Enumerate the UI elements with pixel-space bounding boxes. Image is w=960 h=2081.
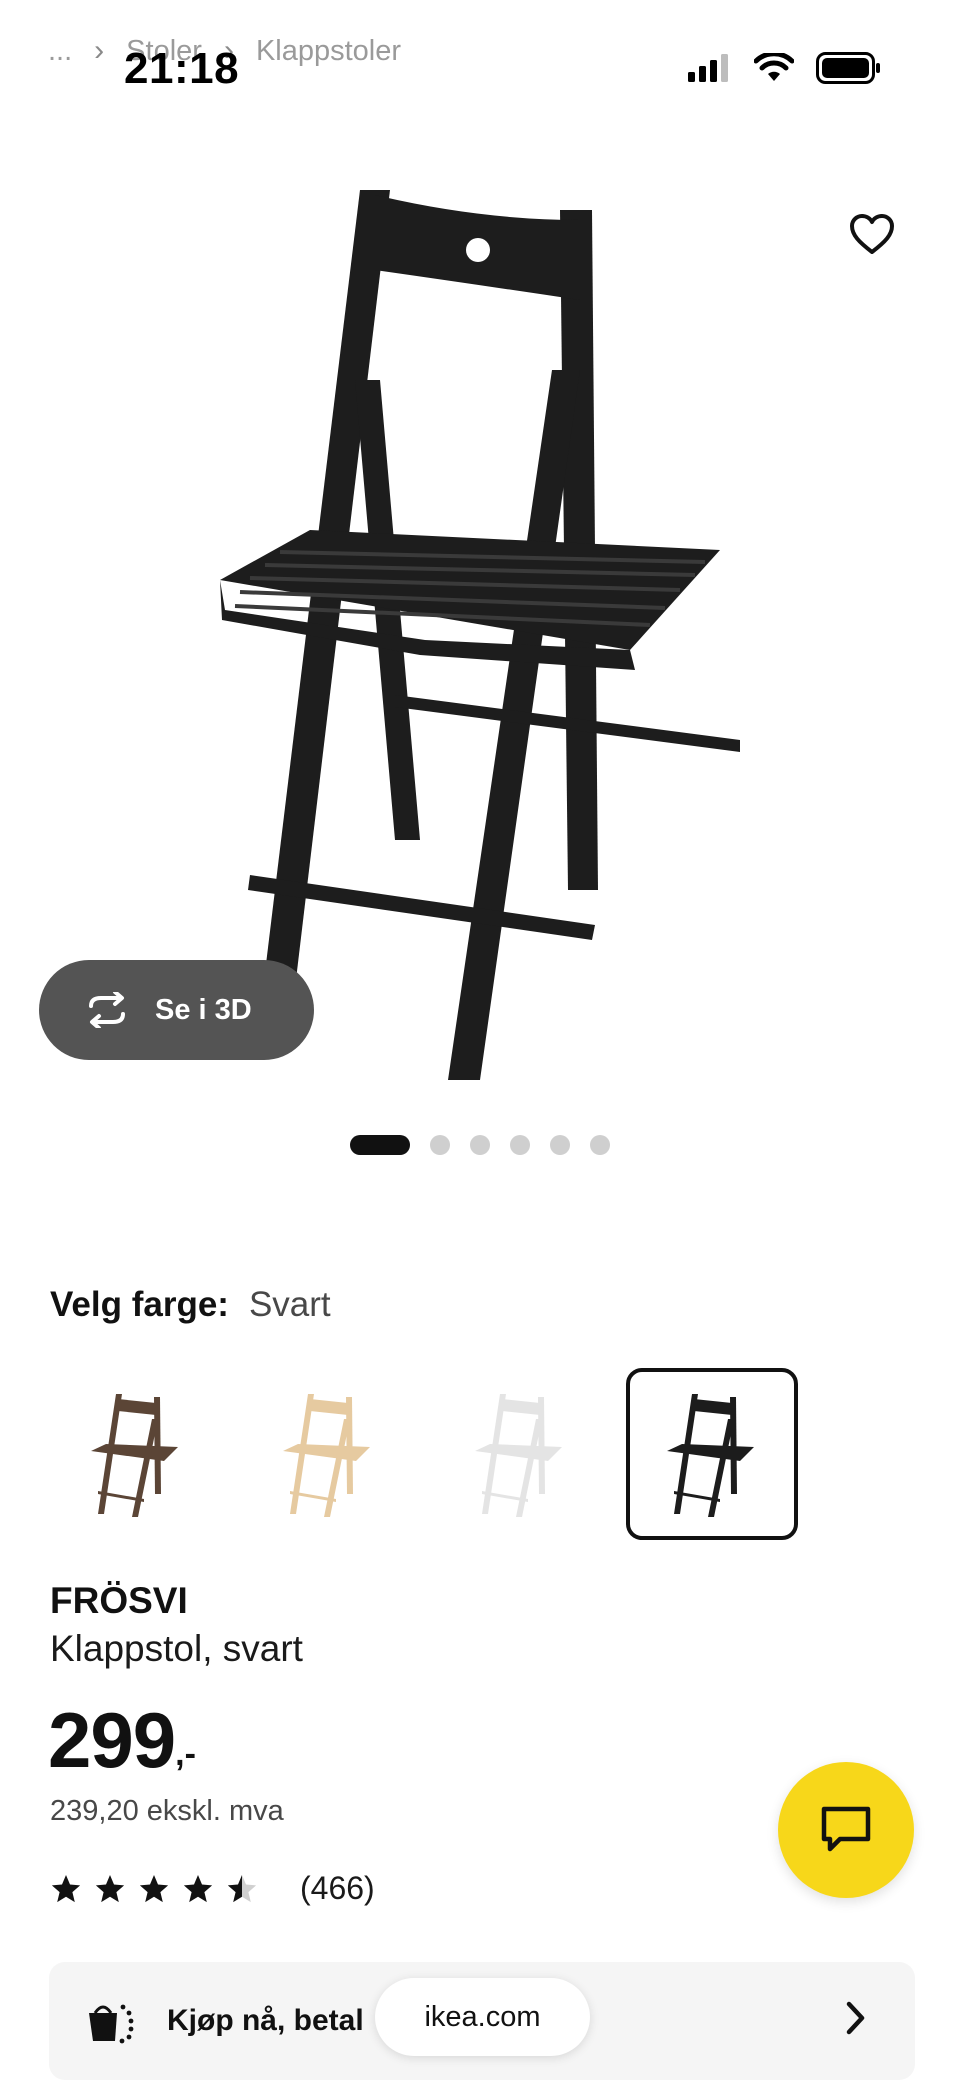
star-icon (183, 1874, 213, 1902)
carousel-dot[interactable] (470, 1135, 490, 1155)
color-selector-label: Velg farge: Svart (50, 1285, 331, 1325)
star-icon (139, 1874, 169, 1902)
price-ex-vat: 239,20 ekskl. mva (50, 1795, 284, 1827)
carousel-dot[interactable] (350, 1135, 410, 1155)
status-icons (688, 52, 882, 84)
chevron-right-icon (846, 2001, 865, 2035)
carousel-indicator (0, 1135, 960, 1155)
star-icon (95, 1874, 125, 1902)
color-swatch-white[interactable] (434, 1368, 606, 1540)
product-image-carousel[interactable]: Se i 3D (0, 130, 960, 1155)
chair-thumbnail (91, 1394, 178, 1517)
color-label: Velg farge: (50, 1285, 229, 1324)
product-name: FRÖSVI (50, 1580, 188, 1621)
color-swatches (50, 1368, 798, 1540)
favorite-heart-button[interactable] (840, 202, 904, 266)
color-swatch-brown[interactable] (50, 1368, 222, 1540)
url-text: ikea.com (424, 2000, 541, 2033)
shopping-bag-icon (89, 2004, 134, 2044)
chair-thumbnail (667, 1394, 754, 1517)
browser-url-bar[interactable]: ikea.com (375, 1978, 590, 2056)
signal-icon (688, 54, 728, 82)
color-swatch-birch[interactable] (242, 1368, 414, 1540)
product-price: 299 ,- (48, 1695, 196, 1786)
status-bar: ... › Stoler › Klappstoler 21:18 (0, 0, 960, 130)
carousel-dot[interactable] (590, 1135, 610, 1155)
price-suffix: ,- (175, 1735, 196, 1773)
chat-button[interactable] (778, 1762, 914, 1898)
carousel-dot[interactable] (510, 1135, 530, 1155)
breadcrumb-ellipsis[interactable]: ... (48, 35, 72, 68)
view-in-3d-label: Se i 3D (155, 993, 252, 1026)
product-rating[interactable]: (466) (50, 1870, 375, 1907)
wifi-icon (754, 53, 794, 81)
rotate-3d-icon (89, 992, 125, 1028)
color-value: Svart (248, 1285, 331, 1324)
heart-icon (850, 214, 894, 254)
pay-later-text: Kjøp nå, betal (167, 2004, 364, 2037)
chevron-right-icon: › (94, 34, 105, 67)
status-time: 21:18 (124, 44, 240, 93)
chair-thumbnail (283, 1394, 370, 1517)
price-amount: 299 (48, 1696, 176, 1784)
color-swatch-black[interactable] (626, 1368, 798, 1540)
star-icon (51, 1874, 81, 1902)
breadcrumb-item-klappstoler[interactable]: Klappstoler (256, 35, 401, 68)
carousel-dot[interactable] (550, 1135, 570, 1155)
view-in-3d-button[interactable]: Se i 3D (39, 960, 314, 1060)
product-description: Klappstol, svart (50, 1628, 303, 1669)
review-count: (466) (300, 1870, 375, 1906)
carousel-dot[interactable] (430, 1135, 450, 1155)
chat-bubble-icon (821, 1806, 871, 1852)
half-star-icon (227, 1874, 257, 1902)
battery-icon (816, 52, 880, 84)
chair-thumbnail (475, 1394, 562, 1517)
